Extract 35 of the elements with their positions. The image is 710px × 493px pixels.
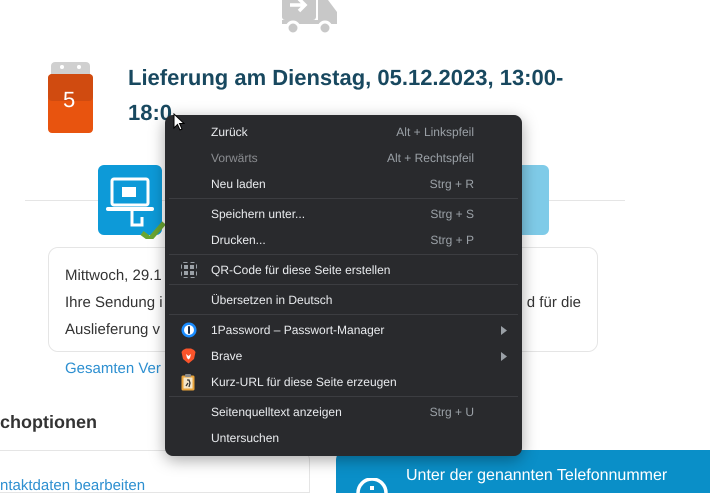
- shortcut-text: Strg + U: [430, 404, 474, 421]
- qr-code-icon: [181, 262, 197, 278]
- shortcut-text: Alt + Rechtspfeil: [386, 150, 474, 167]
- menu-item[interactable]: Kurz-URL für diese Seite erzeugen: [169, 369, 518, 395]
- status-text: d für die: [526, 293, 581, 313]
- contact-link[interactable]: ntaktdaten bearbeiten: [0, 476, 146, 493]
- menu-item[interactable]: 1Password – Passwort-Manager: [169, 317, 518, 343]
- laptop-hand-icon: [98, 165, 166, 239]
- keyhole-circle-icon: [181, 322, 197, 338]
- menu-item[interactable]: Untersuchen: [169, 425, 518, 451]
- clipboard-figure-icon: [181, 374, 195, 390]
- info-text: Unter der genannten Telefonnummer: [406, 466, 668, 486]
- status-text: Auslieferung v: [65, 320, 160, 340]
- menu-item[interactable]: Übersetzen in Deutsch: [169, 287, 518, 313]
- menu-item[interactable]: QR-Code für diese Seite erstellen: [169, 257, 518, 283]
- shortcut-text: Strg + P: [430, 232, 474, 249]
- menu-item[interactable]: Seitenquelltext anzeigen Strg + U: [169, 399, 518, 425]
- menu-item[interactable]: Speichern unter... Strg + S: [169, 201, 518, 227]
- mouse-cursor-icon: [173, 113, 185, 131]
- step-tile-icon: [522, 165, 549, 235]
- shortcut-text: Strg + R: [430, 176, 474, 193]
- section-heading: choptionen: [0, 412, 97, 432]
- calendar-day: 5: [63, 89, 76, 111]
- shortcut-text: Alt + Linkspfeil: [396, 124, 474, 141]
- calendar-icon: [48, 62, 93, 133]
- history-link[interactable]: Gesamten Ver: [65, 360, 161, 377]
- status-date: Mittwoch, 29.1: [65, 266, 162, 286]
- delivery-heading: Lieferung am Dienstag, 05.12.2023, 13:00-: [128, 64, 564, 92]
- info-icon: [356, 478, 388, 492]
- status-text: Ihre Sendung i: [65, 293, 163, 313]
- lion-shield-icon: [181, 348, 196, 364]
- menu-item[interactable]: Drucken... Strg + P: [169, 227, 518, 253]
- menu-item[interactable]: Neu laden Strg + R: [169, 171, 518, 197]
- menu-item[interactable]: Brave: [169, 343, 518, 369]
- shortcut-text: Strg + S: [430, 206, 474, 223]
